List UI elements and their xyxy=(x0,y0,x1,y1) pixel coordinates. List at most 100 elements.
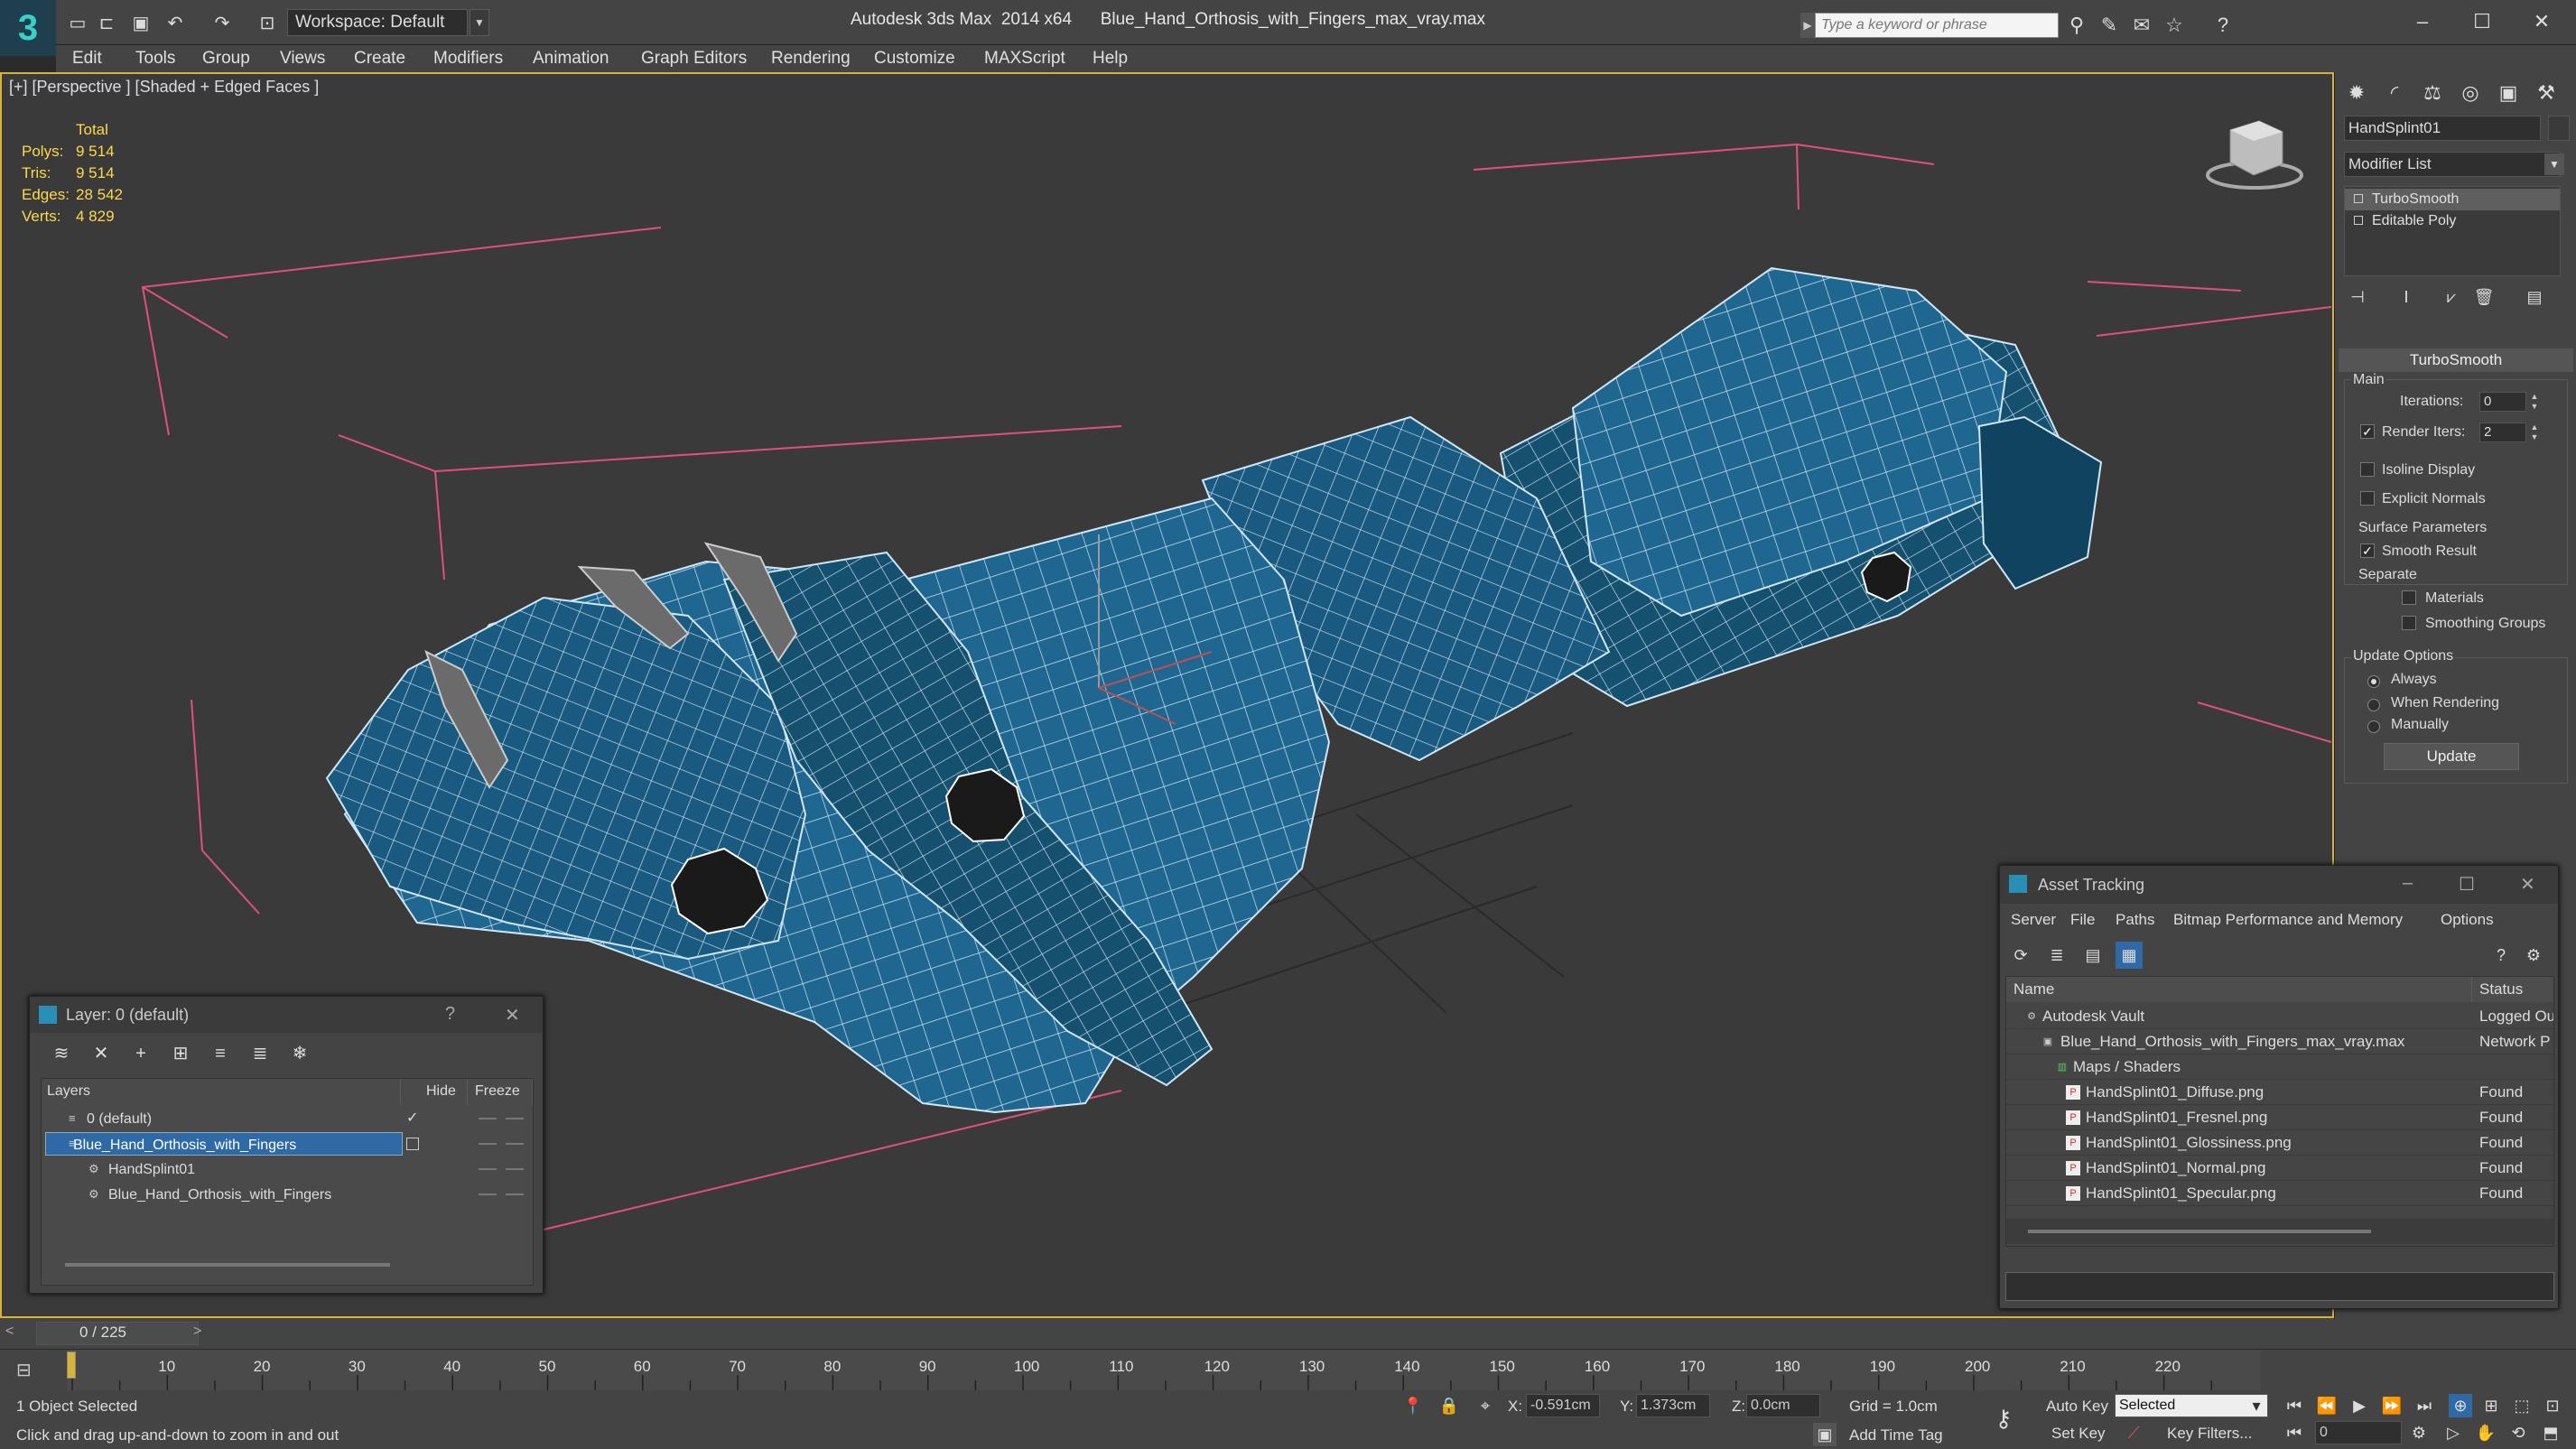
update-when-rendering-radio[interactable] xyxy=(2367,699,2380,711)
materials-checkbox[interactable] xyxy=(2402,590,2416,605)
checkmark-icon[interactable]: ✓ xyxy=(406,1106,418,1131)
motion-tab-icon[interactable]: ◎ xyxy=(2452,78,2488,108)
render-iters-checkbox[interactable]: ✓ xyxy=(2360,424,2375,439)
viewport-label[interactable]: [+] [Perspective ] [Shaded + Edged Faces… xyxy=(9,78,319,97)
asset-row[interactable]: ▣ Blue_Hand_Orthosis_with_Fingers_max_vr… xyxy=(2006,1029,2553,1054)
communication-icon[interactable]: ✉ xyxy=(2129,13,2154,38)
search-input[interactable]: Type a keyword or phrase xyxy=(1815,13,2059,38)
table-view-icon[interactable]: ▦ xyxy=(2116,942,2143,969)
orbit-icon[interactable]: ⟲ xyxy=(2506,1421,2530,1444)
col-hide[interactable]: Hide xyxy=(421,1079,468,1104)
horizontal-scrollbar[interactable] xyxy=(2028,1230,2371,1233)
freeze-all-layers-icon[interactable]: ❄ xyxy=(284,1040,315,1067)
asset-row[interactable]: P HandSplint01_Diffuse.png Found xyxy=(2006,1080,2553,1105)
zoom-all-icon[interactable]: ⊞ xyxy=(2479,1394,2503,1417)
freeze-toggle[interactable] xyxy=(506,1118,524,1119)
favorites-star-icon[interactable]: ☆ xyxy=(2162,13,2187,38)
select-in-layer-icon[interactable]: ⊞ xyxy=(165,1040,196,1067)
maximize-icon[interactable]: ☐ xyxy=(2459,873,2475,896)
create-tab-icon[interactable]: ✹ xyxy=(2339,78,2375,108)
list-view-icon[interactable]: ≣ xyxy=(2043,942,2070,969)
col-status[interactable]: Status xyxy=(2472,977,2553,1002)
maximize-button[interactable]: ☐ xyxy=(2458,5,2506,38)
menu-edit[interactable]: Edit xyxy=(72,49,102,69)
absolute-mode-icon[interactable]: ⌖ xyxy=(1474,1394,1497,1417)
hide-toggle[interactable] xyxy=(479,1168,497,1170)
expand-icon[interactable] xyxy=(2354,216,2363,225)
delete-layer-icon[interactable]: ✕ xyxy=(86,1040,116,1067)
menu-modifiers[interactable]: Modifiers xyxy=(433,49,503,69)
current-frame-field[interactable]: 0 xyxy=(2315,1421,2402,1444)
add-time-tag[interactable]: Add Time Tag xyxy=(1849,1426,1943,1444)
menu-group[interactable]: Group xyxy=(202,49,250,69)
menu-create[interactable]: Create xyxy=(354,49,405,69)
hide-toggle[interactable] xyxy=(479,1194,497,1195)
menu-animation[interactable]: Animation xyxy=(533,49,609,69)
chevron-down-icon[interactable]: ▼ xyxy=(470,9,489,36)
next-frame-icon[interactable]: > xyxy=(193,1324,201,1340)
configure-sets-icon[interactable]: ▤ xyxy=(2521,285,2548,309)
save-icon[interactable]: ▣ xyxy=(128,11,153,34)
set-key-filters-icon[interactable]: ⟋ xyxy=(2122,1421,2145,1444)
asset-row[interactable]: P HandSplint01_Glossiness.png Found xyxy=(2006,1130,2553,1156)
update-always-radio[interactable] xyxy=(2367,675,2380,688)
iterations-spinner[interactable]: 0 xyxy=(2479,392,2526,412)
timeline-track[interactable]: ⊟ 10 20 30 40 50 60 70 80 90 100 110 120 130 140 150 16… xyxy=(0,1349,2576,1391)
x-coordinate-field[interactable]: -0.591cm xyxy=(1526,1394,1600,1417)
chevron-down-icon[interactable]: ▼ xyxy=(2544,153,2564,175)
update-manually-radio[interactable] xyxy=(2367,720,2380,733)
freeze-toggle[interactable] xyxy=(506,1143,524,1145)
hide-toggle[interactable] xyxy=(479,1143,497,1145)
new-file-icon[interactable]: ▭ xyxy=(65,11,90,34)
col-name[interactable]: Name xyxy=(2006,977,2472,1002)
asset-menu-paths[interactable]: Paths xyxy=(2116,911,2154,929)
turbosmooth-rollout-title[interactable]: TurboSmooth xyxy=(2339,348,2573,372)
layer-row[interactable]: ≡ 0 (default) ✓ xyxy=(42,1106,533,1131)
col-layers[interactable]: Layers xyxy=(42,1079,401,1104)
create-layer-icon[interactable]: ≋ xyxy=(46,1040,77,1067)
asset-row[interactable]: P HandSplint01_Fresnel.png Found xyxy=(2006,1105,2553,1130)
minimize-button[interactable]: – xyxy=(2398,5,2447,38)
redo-icon[interactable]: ↷ xyxy=(209,11,235,34)
minimize-icon[interactable]: – xyxy=(2403,873,2413,894)
menu-help[interactable]: Help xyxy=(1093,49,1128,69)
set-key-button[interactable]: Set Key xyxy=(2051,1425,2106,1443)
pan-view-icon[interactable]: ✋ xyxy=(2474,1421,2497,1444)
menu-graph-editors[interactable]: Graph Editors xyxy=(641,49,747,69)
menu-maxscript[interactable]: MAXScript xyxy=(984,49,1065,69)
time-slider[interactable]: < 0 / 225 > xyxy=(0,1318,2576,1349)
highlight-layer-icon[interactable]: ≡ xyxy=(205,1040,236,1067)
menu-views[interactable]: Views xyxy=(280,49,325,69)
maximize-viewport-icon[interactable]: ⬒ xyxy=(2539,1421,2562,1444)
remove-modifier-icon[interactable]: 🗑 xyxy=(2470,285,2497,309)
key-filters-button[interactable]: Key Filters... xyxy=(2167,1425,2252,1443)
asset-tracking-titlebar[interactable]: Asset Tracking – ☐ ✕ xyxy=(2000,866,2558,904)
close-icon[interactable]: ✕ xyxy=(2520,873,2535,896)
show-end-result-icon[interactable]: Ⅰ xyxy=(2393,285,2420,309)
isolate-selection-icon[interactable]: 📍 xyxy=(1401,1394,1425,1417)
asset-menu-server[interactable]: Server xyxy=(2011,911,2056,929)
spinner-arrows-icon[interactable]: ▲ ▼ xyxy=(2528,392,2541,412)
zoom-extents-all-icon[interactable]: ⊡ xyxy=(2541,1394,2564,1417)
asset-menu-file[interactable]: File xyxy=(2070,911,2095,929)
isoline-display-checkbox[interactable] xyxy=(2360,462,2375,477)
add-to-layer-icon[interactable]: + xyxy=(126,1040,156,1067)
asset-menu-bitmap-performance[interactable]: Bitmap Performance and Memory xyxy=(2173,911,2403,929)
z-coordinate-field[interactable]: 0.0cm xyxy=(1746,1394,1820,1417)
project-folder-icon[interactable]: ⊡ xyxy=(255,11,280,34)
workspace-selector[interactable]: Workspace: Default xyxy=(287,9,468,36)
app-logo-icon[interactable]: 3 xyxy=(0,0,56,56)
horizontal-scrollbar[interactable] xyxy=(65,1263,390,1267)
key-icon[interactable]: ⚷ xyxy=(1992,1407,2015,1430)
curve-editor-icon[interactable]: ⊟ xyxy=(16,1359,32,1381)
auto-key-button[interactable]: Auto Key xyxy=(2046,1398,2108,1416)
help-icon[interactable]: ? xyxy=(2210,13,2236,38)
modifier-list-dropdown[interactable]: Modifier List xyxy=(2344,152,2561,177)
undo-icon[interactable]: ↶ xyxy=(163,11,188,34)
timeline-ruler[interactable]: 10 20 30 40 50 60 70 80 90 100 110 120 130 140 150 160 1… xyxy=(67,1350,2261,1391)
zoom-extents-icon[interactable]: ⬚ xyxy=(2510,1394,2534,1417)
update-button[interactable]: Update xyxy=(2384,743,2519,770)
go-to-end-icon[interactable]: ⏭ xyxy=(2413,1394,2436,1417)
subscription-icon[interactable]: ✎ xyxy=(2097,13,2122,38)
close-icon[interactable]: ✕ xyxy=(505,1004,520,1026)
